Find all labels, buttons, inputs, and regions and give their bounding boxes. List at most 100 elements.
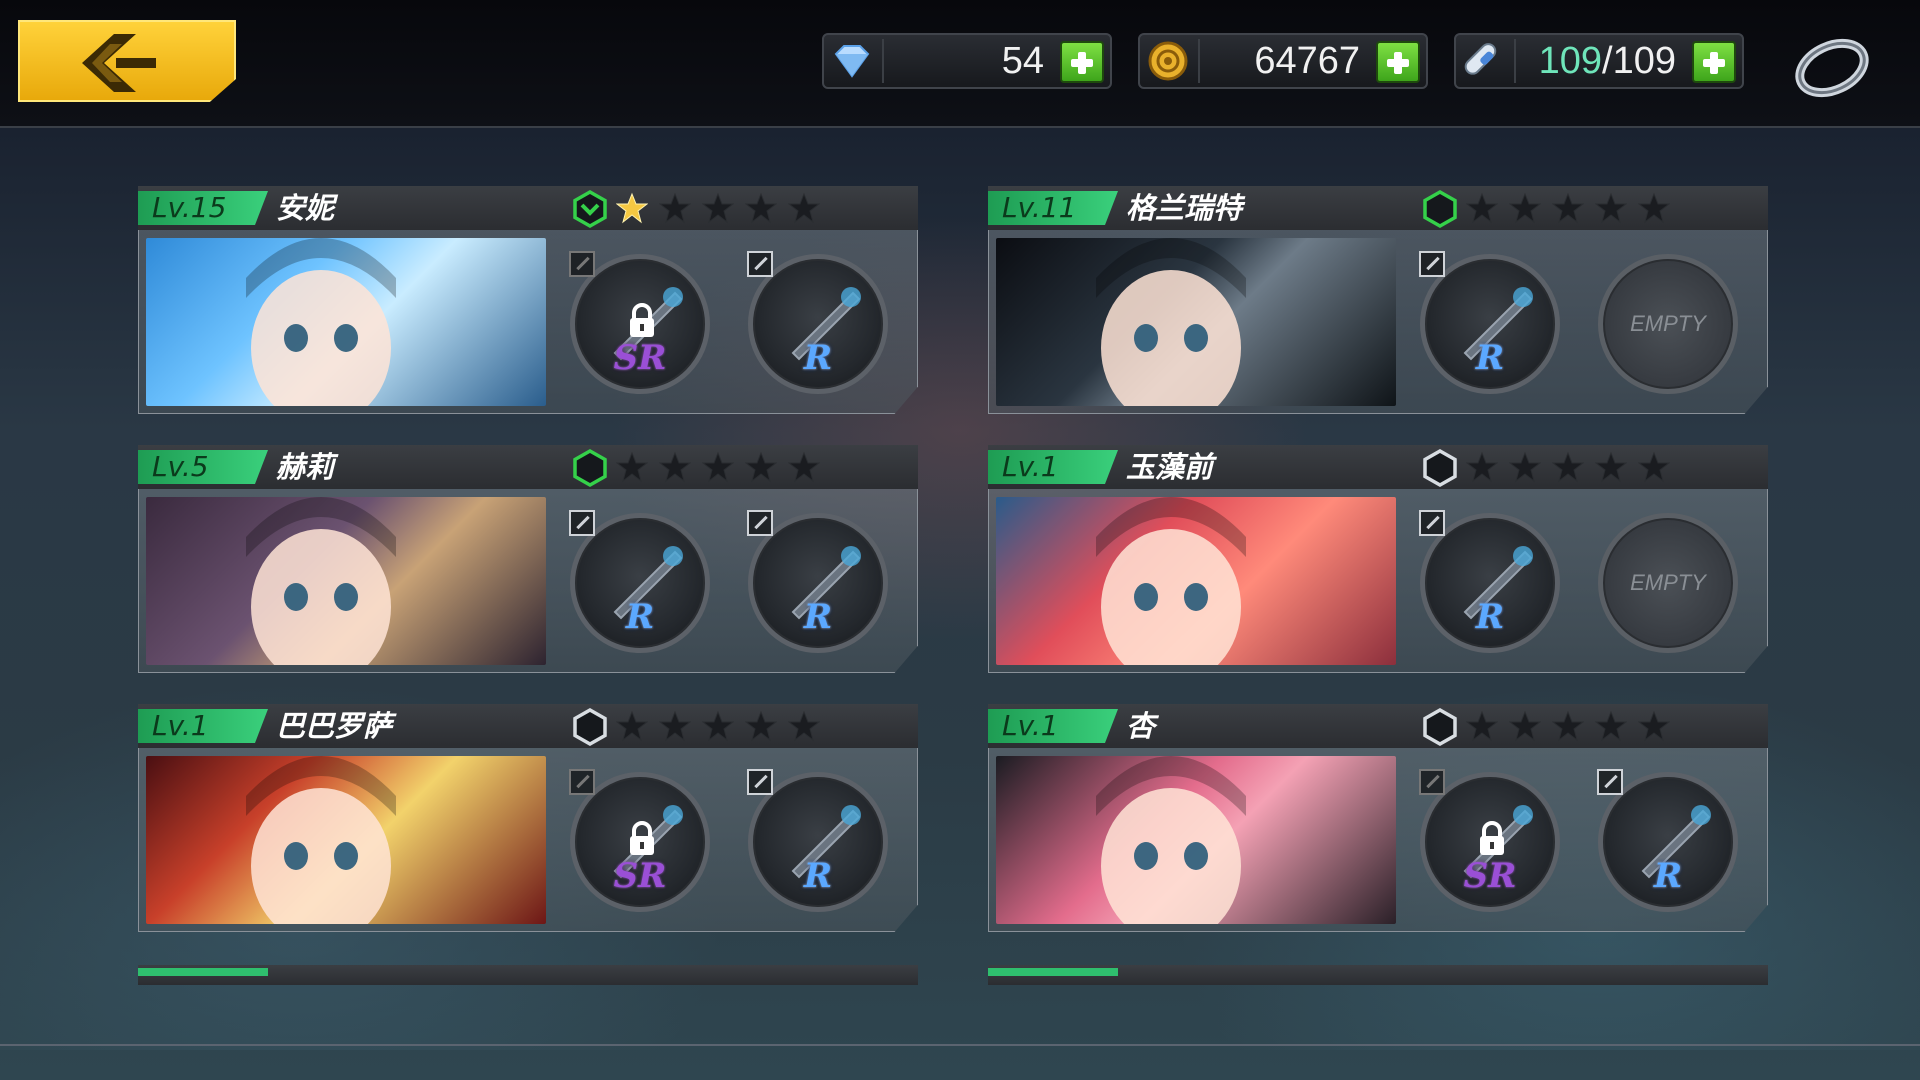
star-empty-icon <box>1638 192 1670 224</box>
star-rating <box>1466 710 1670 742</box>
character-portrait <box>146 497 546 665</box>
level-badge: Lv.5 <box>138 450 268 484</box>
star-empty-icon <box>745 192 777 224</box>
character-card[interactable]: Lv.1 杏 SR R <box>988 704 1768 932</box>
edit-equipment-icon[interactable] <box>747 251 773 277</box>
equipment-slot[interactable]: R <box>747 769 888 912</box>
character-portrait <box>996 756 1396 924</box>
add-gold-button[interactable] <box>1376 41 1420 83</box>
gold-coin-icon <box>1146 41 1190 81</box>
character-card[interactable]: Lv.1 巴巴罗萨 SR R <box>138 704 918 932</box>
back-arrow-icon <box>82 34 156 92</box>
rarity-label: SR <box>613 856 667 896</box>
level-badge: Lv.11 <box>988 191 1118 225</box>
diamond-value: 54 <box>1001 40 1044 82</box>
character-portrait <box>146 756 546 924</box>
stamina-current: 109 <box>1538 40 1603 82</box>
star-empty-icon <box>788 451 820 483</box>
rank-hexagon-icon <box>573 708 607 746</box>
equipment-slot[interactable]: R <box>747 510 888 653</box>
stamina-value: 109/109 <box>1539 41 1676 81</box>
rarity-label: SR <box>1463 856 1517 896</box>
bottom-divider <box>0 1044 1920 1046</box>
star-empty-icon <box>1552 710 1584 742</box>
star-rating <box>1466 192 1670 224</box>
star-empty-icon <box>1509 710 1541 742</box>
star-empty-icon <box>1466 710 1498 742</box>
back-button[interactable] <box>18 20 236 102</box>
equipment-slot[interactable]: SR <box>1419 769 1560 912</box>
rarity-label: R <box>625 597 655 637</box>
level-badge: Lv.15 <box>138 191 268 225</box>
ring-icon <box>1795 38 1869 98</box>
star-empty-icon <box>702 192 734 224</box>
character-portrait <box>996 238 1396 406</box>
star-empty-icon <box>1595 451 1627 483</box>
edit-equipment-icon[interactable] <box>1419 510 1445 536</box>
add-diamond-button[interactable] <box>1060 41 1104 83</box>
edit-equipment-icon[interactable] <box>747 510 773 536</box>
stamina-separator: / <box>1602 40 1613 82</box>
equipment-slot[interactable]: R <box>1597 769 1738 912</box>
star-rating <box>1466 451 1670 483</box>
star-empty-icon <box>616 710 648 742</box>
level-badge: Lv.1 <box>138 709 268 743</box>
lock-icon <box>630 303 654 337</box>
rank-hexagon-icon <box>1423 190 1457 228</box>
star-empty-icon <box>1638 451 1670 483</box>
equipment-slot[interactable]: R <box>1419 251 1560 394</box>
rarity-label: SR <box>613 338 667 378</box>
star-empty-icon <box>1509 192 1541 224</box>
character-card[interactable]: Lv.15 安妮 SR R <box>138 186 918 414</box>
equipment-slot[interactable]: R <box>569 510 710 653</box>
star-empty-icon <box>788 710 820 742</box>
edit-equipment-icon[interactable] <box>747 769 773 795</box>
star-rating <box>616 192 820 224</box>
character-card-partial <box>988 965 1768 985</box>
edit-equipment-icon[interactable] <box>1419 251 1445 277</box>
rarity-label: R <box>803 856 833 896</box>
character-card[interactable]: Lv.11 格兰瑞特 R EMPTY <box>988 186 1768 414</box>
character-card[interactable]: Lv.1 玉藻前 R EMPTY <box>988 445 1768 673</box>
rank-hexagon-icon <box>1423 449 1457 487</box>
character-name: 安妮 <box>276 191 335 225</box>
character-name: 玉藻前 <box>1126 450 1214 484</box>
equipment-slot[interactable]: R <box>1419 510 1560 653</box>
empty-slot-label: EMPTY <box>1630 570 1706 595</box>
add-stamina-button[interactable] <box>1692 41 1736 83</box>
edit-equipment-icon[interactable] <box>569 769 595 795</box>
ring-button[interactable] <box>1790 26 1874 102</box>
rank-hexagon-icon <box>573 449 607 487</box>
star-filled-icon <box>616 192 648 224</box>
star-empty-icon <box>659 192 691 224</box>
star-empty-icon <box>702 710 734 742</box>
star-empty-icon <box>1509 451 1541 483</box>
star-empty-icon <box>788 192 820 224</box>
edit-equipment-icon[interactable] <box>569 510 595 536</box>
rank-hexagon-icon <box>1423 708 1457 746</box>
character-card-partial <box>138 965 918 985</box>
gold-counter: 64767 <box>1138 33 1428 89</box>
equipment-slot[interactable]: SR <box>569 769 710 912</box>
character-portrait <box>996 497 1396 665</box>
edit-equipment-icon[interactable] <box>1419 769 1445 795</box>
character-name: 杏 <box>1126 709 1156 743</box>
star-rating <box>616 451 820 483</box>
character-name: 格兰瑞特 <box>1126 191 1243 225</box>
equipment-slot-empty[interactable]: EMPTY <box>1598 254 1738 394</box>
character-card[interactable]: Lv.5 赫莉 R R <box>138 445 918 673</box>
equipment-slot[interactable]: R <box>747 251 888 394</box>
level-badge: Lv.1 <box>988 450 1118 484</box>
star-empty-icon <box>1638 710 1670 742</box>
star-rating <box>616 710 820 742</box>
level-badge: Lv.1 <box>988 709 1118 743</box>
rank-hexagon-icon <box>573 190 607 228</box>
edit-equipment-icon[interactable] <box>1597 769 1623 795</box>
edit-equipment-icon[interactable] <box>569 251 595 277</box>
rarity-label: R <box>803 597 833 637</box>
character-name: 巴巴罗萨 <box>276 709 393 743</box>
star-empty-icon <box>1466 192 1498 224</box>
equipment-slot-empty[interactable]: EMPTY <box>1598 513 1738 653</box>
star-empty-icon <box>1552 192 1584 224</box>
equipment-slot[interactable]: SR <box>569 251 710 394</box>
